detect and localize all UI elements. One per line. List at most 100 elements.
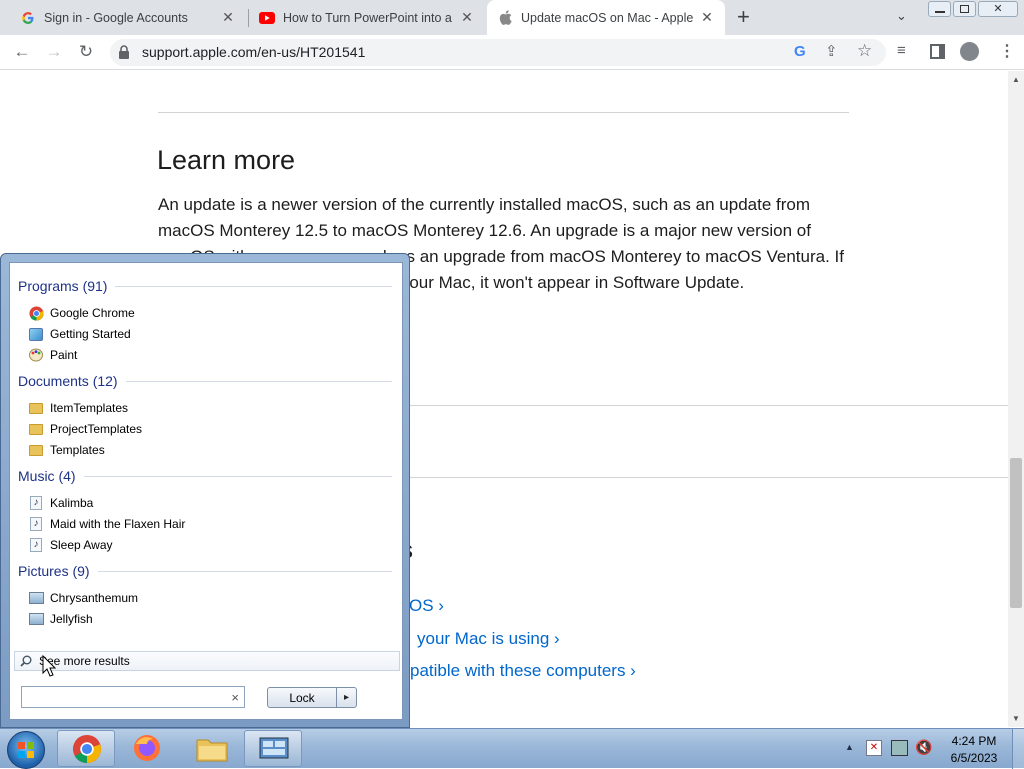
result-label: Chrysanthemum <box>50 591 139 605</box>
tab-title: Update macOS on Mac - Apple S <box>521 10 693 25</box>
results-group-header[interactable]: Documents (12) <box>18 373 392 389</box>
result-item[interactable]: ProjectTemplates <box>28 419 142 439</box>
result-label: Getting Started <box>50 327 131 341</box>
scroll-up-arrow-icon[interactable]: ▲ <box>1012 75 1020 84</box>
minimize-button[interactable] <box>928 1 951 17</box>
clear-search-icon[interactable]: × <box>231 690 239 705</box>
bookmark-star-icon[interactable]: ☆ <box>857 41 872 61</box>
result-item[interactable]: ♪ Kalimba <box>28 493 93 513</box>
taskbar-explorer-button[interactable] <box>195 734 229 764</box>
tab-bar: Sign in - Google Accounts ✕ How to Turn … <box>0 0 1024 35</box>
result-item[interactable]: Jellyfish <box>28 609 93 629</box>
group-title: Music (4) <box>18 468 76 484</box>
back-arrow-icon[interactable]: ← <box>8 38 36 66</box>
start-menu: Programs (91) Google Chrome Getting Star… <box>0 253 410 728</box>
results-group-header[interactable]: Pictures (9) <box>18 563 392 579</box>
group-title: Programs (91) <box>18 278 108 294</box>
lock-icon[interactable] <box>118 45 130 59</box>
result-item[interactable]: Getting Started <box>28 324 131 344</box>
paint-icon <box>28 347 44 363</box>
show-desktop-button[interactable] <box>1012 729 1024 769</box>
divider <box>125 380 392 382</box>
url-text[interactable]: support.apple.com/en-us/HT201541 <box>142 44 365 60</box>
divider <box>97 570 392 572</box>
folder-icon <box>196 739 228 762</box>
tab-google-accounts[interactable]: Sign in - Google Accounts ✕ <box>10 0 246 35</box>
music-file-icon: ♪ <box>28 495 44 511</box>
firefox-icon <box>134 735 160 761</box>
music-file-icon: ♪ <box>28 537 44 553</box>
link-compatible-computers[interactable]: patible with these computers › <box>410 661 636 681</box>
reload-icon[interactable]: ↻ <box>72 38 100 66</box>
chrome-icon <box>28 305 44 321</box>
picture-file-icon <box>28 611 44 627</box>
results-group-header[interactable]: Music (4) <box>18 468 392 484</box>
results-group-header[interactable]: Programs (91) <box>18 278 392 294</box>
mouse-pointer-icon <box>42 654 57 677</box>
reading-list-icon[interactable]: ≡ <box>897 42 906 59</box>
clock-date[interactable]: 6/5/2023 <box>946 751 1002 765</box>
result-item[interactable]: ♪ Sleep Away <box>28 535 113 555</box>
network-icon[interactable] <box>891 740 908 756</box>
result-item[interactable]: ♪ Maid with the Flaxen Hair <box>28 514 185 534</box>
result-item[interactable]: Templates <box>28 440 105 460</box>
folder-icon <box>28 400 44 416</box>
close-tab-icon[interactable]: ✕ <box>220 9 236 26</box>
share-icon[interactable]: ⇪ <box>825 42 838 60</box>
result-label: Paint <box>50 348 78 362</box>
see-more-results-button[interactable]: See more results <box>14 651 400 671</box>
new-tab-button[interactable]: + <box>737 6 750 28</box>
taskbar-control-panel-button[interactable] <box>244 730 302 767</box>
apple-icon <box>497 10 513 26</box>
scroll-down-arrow-icon[interactable]: ▼ <box>1012 714 1020 723</box>
side-panel-icon[interactable] <box>930 44 945 59</box>
forward-arrow-icon[interactable]: → <box>40 38 68 66</box>
folder-icon <box>28 421 44 437</box>
start-search-input[interactable]: × <box>21 686 245 708</box>
folder-icon <box>28 442 44 458</box>
windows-logo-icon <box>18 742 34 758</box>
divider <box>83 475 392 477</box>
group-title: Pictures (9) <box>18 563 90 579</box>
lock-button[interactable]: Lock <box>267 687 337 708</box>
close-window-button[interactable]: ✕ <box>978 1 1018 17</box>
result-item[interactable]: ItemTemplates <box>28 398 128 418</box>
tab-title: How to Turn PowerPoint into a V <box>283 10 453 25</box>
control-panel-icon <box>259 737 289 759</box>
result-item[interactable]: Paint <box>28 345 77 365</box>
clock-time[interactable]: 4:24 PM <box>946 734 1002 748</box>
page-scrollbar[interactable]: ▲ ▼ <box>1008 71 1024 727</box>
tab-update-macos[interactable]: Update macOS on Mac - Apple S ✕ <box>487 0 725 35</box>
taskbar-chrome-button[interactable] <box>57 730 115 767</box>
restore-button[interactable] <box>953 1 976 17</box>
action-center-flag-icon[interactable]: ✕ <box>866 740 882 756</box>
tab-title: Sign in - Google Accounts <box>44 10 188 25</box>
close-tab-icon[interactable]: ✕ <box>459 9 475 26</box>
result-item[interactable]: Chrysanthemum <box>28 588 138 608</box>
tab-search-chevron-icon[interactable]: ⌄ <box>896 8 907 24</box>
shutdown-options-arrow-icon[interactable]: ▸ <box>336 687 357 708</box>
getting-started-icon <box>28 326 44 342</box>
volume-muted-icon[interactable]: 🔇 <box>915 739 932 756</box>
close-tab-icon[interactable]: ✕ <box>699 9 715 26</box>
paragraph-line: An update is a newer version of the curr… <box>158 195 811 214</box>
show-hidden-icons-arrow-icon[interactable]: ▲ <box>845 742 854 752</box>
taskbar-firefox-button[interactable] <box>132 733 164 765</box>
profile-avatar[interactable] <box>960 42 979 61</box>
link-mac-model[interactable]: your Mac is using › <box>417 629 560 649</box>
more-menu-icon[interactable]: ⋮ <box>999 41 1015 61</box>
scrollbar-thumb[interactable] <box>1010 458 1022 608</box>
google-icon <box>20 10 36 26</box>
start-button[interactable] <box>7 731 45 769</box>
result-label: ProjectTemplates <box>50 422 143 436</box>
youtube-icon <box>259 10 275 26</box>
group-title: Documents (12) <box>18 373 118 389</box>
result-item[interactable]: Google Chrome <box>28 303 135 323</box>
tab-powerpoint-video[interactable]: How to Turn PowerPoint into a V ✕ <box>249 0 485 35</box>
chrome-icon <box>72 734 102 764</box>
result-label: Maid with the Flaxen Hair <box>50 517 186 531</box>
link-learn-os[interactable]: OS › <box>409 596 444 616</box>
result-label: Sleep Away <box>50 538 113 552</box>
search-icon <box>19 654 33 668</box>
google-lens-icon[interactable]: G <box>794 43 806 60</box>
